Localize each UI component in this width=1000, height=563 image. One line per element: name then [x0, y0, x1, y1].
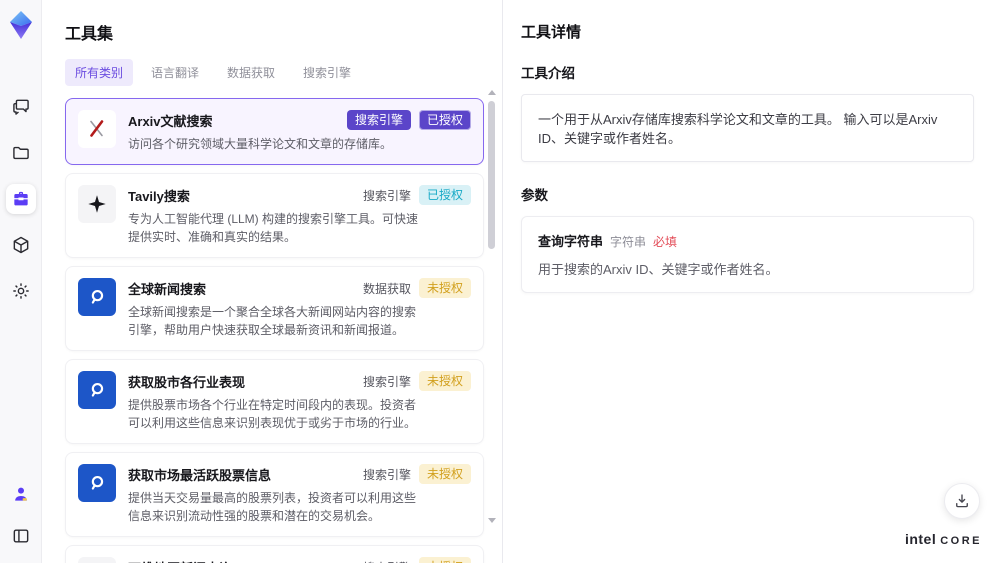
sidebar-item-packages[interactable]: [6, 230, 36, 260]
param-name: 查询字符串: [538, 234, 604, 249]
blue-q-icon: [78, 464, 116, 502]
category-label: 搜索引擎: [362, 374, 411, 389]
tab-search-engine[interactable]: 搜索引擎: [293, 59, 361, 86]
scroll-down-icon[interactable]: [487, 518, 496, 523]
status-badge: 未授权: [418, 371, 471, 391]
sidebar: [0, 0, 42, 563]
tool-title: 获取股市各行业表现: [128, 375, 246, 390]
package-icon: [11, 235, 31, 255]
tool-detail-panel: 工具详情 工具介绍 一个用于从Arxiv存储库搜索科学论文和文章的工具。 输入可…: [502, 0, 1000, 563]
page-title: 工具集: [65, 26, 114, 43]
sidebar-item-tools[interactable]: [5, 184, 36, 214]
user-icon: [11, 484, 31, 504]
scroll-up-icon[interactable]: [487, 90, 496, 95]
tool-card-sector-performance[interactable]: 获取股市各行业表现 搜索引擎 未授权 提供股票市场各个行业在特定时间段内的表现。…: [65, 359, 484, 444]
detail-title: 工具详情: [521, 24, 582, 41]
tool-card-list: Arxiv文献搜索 搜索引擎 已授权 访问各个研究领域大量科学论文和文章的存储库…: [65, 98, 484, 563]
params-heading: 参数: [521, 188, 548, 203]
sidebar-item-chat[interactable]: [6, 92, 36, 122]
tool-description: 提供当天交易量最高的股票列表，投资者可以利用这些信息来识别流动性强的股票和潜在的…: [128, 491, 417, 523]
sidebar-nav: [5, 92, 36, 306]
blue-q-icon: [78, 278, 116, 316]
newspaper-icon: [78, 557, 116, 563]
tool-card-most-active-stocks[interactable]: 获取市场最活跃股票信息 搜索引擎 未授权 提供当天交易量最高的股票列表，投资者可…: [65, 452, 484, 537]
tool-description: 访问各个研究领域大量科学论文和文章的存储库。: [128, 137, 393, 151]
tab-all-categories[interactable]: 所有类别: [65, 59, 134, 86]
collapse-panel-button[interactable]: [6, 521, 36, 551]
sidebar-item-files[interactable]: [6, 138, 36, 168]
tool-description: 专为人工智能代理 (LLM) 构建的搜索引擎工具。可快速提供实时、准确和真实的结…: [128, 212, 419, 244]
tool-card-global-news-search[interactable]: 全球新闻搜索 数据获取 未授权 全球新闻搜索是一个聚合全球各大新闻网站内容的搜索…: [65, 266, 484, 351]
tool-title: 获取市场最活跃股票信息: [128, 468, 272, 483]
tool-intro-text: 一个用于从Arxiv存储库搜索科学论文和文章的工具。 输入可以是Arxiv ID…: [521, 94, 974, 162]
param-description: 用于搜索的Arxiv ID、关键字或作者姓名。: [538, 262, 779, 277]
tab-language-translation[interactable]: 语言翻译: [141, 59, 209, 86]
category-label: 数据获取: [362, 281, 411, 296]
param-required-flag: 必填: [653, 235, 678, 249]
tool-card-arxiv[interactable]: Arxiv文献搜索 搜索引擎 已授权 访问各个研究领域大量科学论文和文章的存储库…: [65, 98, 484, 165]
param-type: 字符串: [610, 235, 647, 249]
sidebar-bottom: [6, 479, 36, 551]
tool-description: 提供股票市场各个行业在特定时间段内的表现。投资者可以利用这些信息来识别表现优于或…: [128, 398, 417, 430]
tool-list-panel: 工具集 所有类别 语言翻译 数据获取 搜索引擎 Arxiv文献搜索 搜索引擎 已…: [42, 0, 502, 563]
gear-icon: [11, 281, 31, 301]
category-tabs: 所有类别 语言翻译 数据获取 搜索引擎: [65, 59, 484, 86]
scrollbar-thumb[interactable]: [488, 101, 495, 249]
intro-heading: 工具介绍: [521, 66, 575, 81]
category-label: 搜索引擎: [363, 559, 411, 563]
tool-title: Tavily搜索: [128, 189, 190, 204]
status-badge: 未授权: [418, 557, 471, 563]
tool-description: 全球新闻搜索是一个聚合全球各大新闻网站内容的搜索引擎，帮助用户快速获取全球最新资…: [128, 305, 417, 337]
status-badge: 未授权: [418, 278, 471, 298]
download-button[interactable]: [944, 483, 980, 519]
tool-card-regional-news[interactable]: 万维地区新闻查询 搜索引擎 未授权 查询具体行政区划内的新闻，快速了解各地新闻动: [65, 545, 484, 563]
folder-icon: [11, 143, 31, 163]
app-logo-icon: [7, 10, 35, 40]
status-badge: 已授权: [418, 110, 471, 130]
download-icon: [953, 492, 971, 510]
category-label: 搜索引擎: [362, 188, 411, 203]
sidebar-item-settings[interactable]: [6, 276, 36, 306]
tool-title: 全球新闻搜索: [128, 282, 207, 297]
status-badge: 未授权: [418, 464, 471, 484]
tavily-star-icon: [78, 185, 116, 223]
list-scrollbar[interactable]: [487, 90, 496, 557]
tool-title: Arxiv文献搜索: [128, 114, 213, 129]
category-badge: 搜索引擎: [346, 110, 411, 130]
intel-brand-text: intel: [904, 531, 937, 547]
category-label: 搜索引擎: [362, 467, 411, 482]
arxiv-logo-icon: [78, 110, 116, 148]
tool-card-tavily[interactable]: Tavily搜索 搜索引擎 已授权 专为人工智能代理 (LLM) 构建的搜索引擎…: [65, 173, 484, 258]
tab-data-acquisition[interactable]: 数据获取: [217, 59, 285, 86]
blue-q-icon: [78, 371, 116, 409]
tool-title: 万维地区新闻查询: [128, 557, 232, 563]
toolbox-icon: [11, 189, 31, 209]
panel-toggle-icon: [11, 526, 31, 546]
intel-core-logo: intel CORE: [905, 531, 982, 547]
core-brand-text: CORE: [940, 535, 982, 547]
chat-icon: [11, 97, 31, 117]
status-badge: 已授权: [418, 185, 471, 205]
user-avatar[interactable]: [6, 479, 36, 509]
parameter-card: 查询字符串 字符串 必填 用于搜索的Arxiv ID、关键字或作者姓名。: [521, 216, 974, 293]
